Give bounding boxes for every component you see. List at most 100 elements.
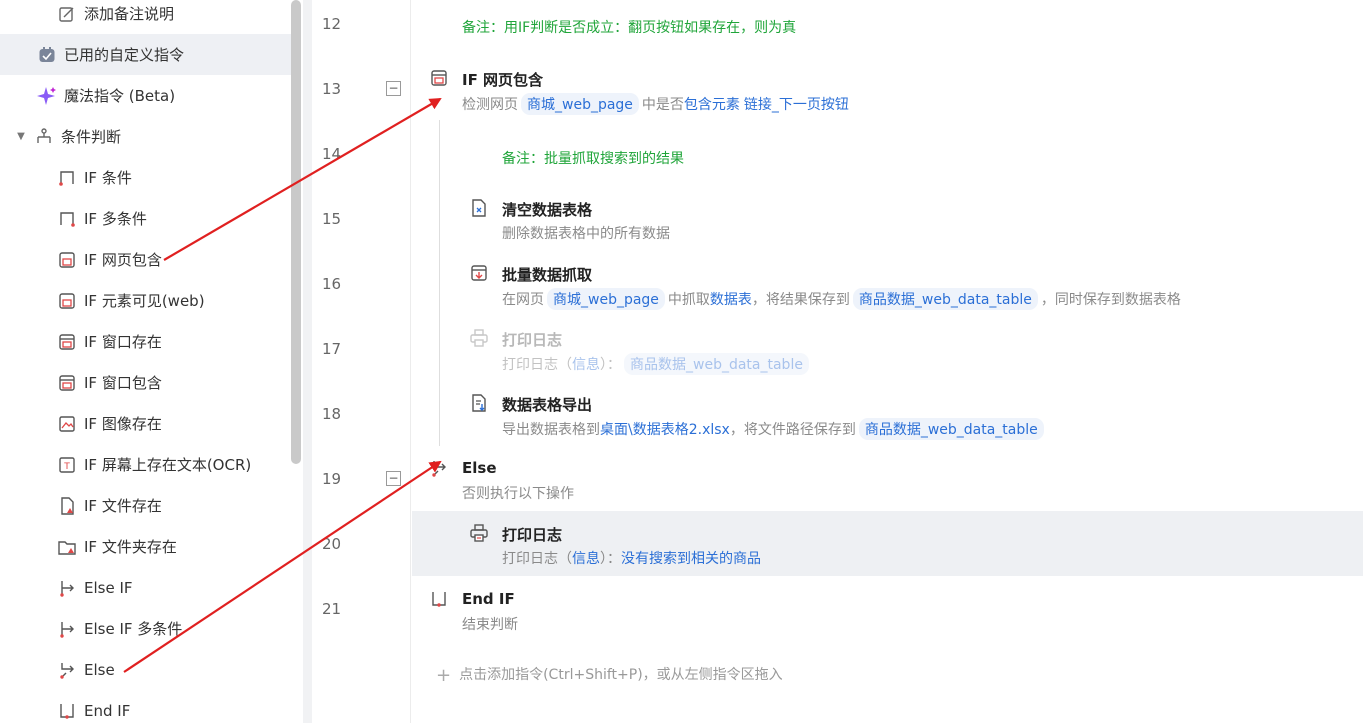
sidebar-item-label: End IF bbox=[84, 701, 131, 720]
param-value[interactable]: 信息 bbox=[572, 548, 600, 568]
step-description: 打印日志（ 信息）： 没有搜索到相关的商品 bbox=[502, 548, 761, 568]
sidebar-item-label: IF 屏幕上存在文本(OCR) bbox=[84, 456, 252, 474]
fold-toggle-button[interactable]: − bbox=[386, 471, 401, 486]
custom-command-icon bbox=[37, 45, 57, 65]
sidebar-item-label: IF 文件存在 bbox=[84, 497, 162, 515]
param-value[interactable]: 没有搜索到相关的商品 bbox=[621, 548, 761, 568]
sidebar-item-else[interactable]: Else bbox=[0, 649, 291, 690]
sidebar-item-label: IF 元素可见(web) bbox=[84, 292, 205, 310]
variable-chip[interactable]: 商品数据_web_data_table bbox=[858, 418, 1044, 440]
line-number: 21 bbox=[322, 600, 342, 618]
batch-scrape-icon bbox=[470, 264, 488, 282]
step-title: End IF bbox=[462, 590, 515, 608]
desc-text: ，将结果保存到 bbox=[751, 292, 850, 308]
desc-text: 在网页 bbox=[502, 292, 544, 308]
param-value[interactable]: 包含元素 bbox=[684, 94, 740, 114]
sidebar-item-end-if[interactable]: End IF bbox=[0, 690, 291, 723]
sidebar-scrollbar[interactable] bbox=[291, 0, 301, 464]
sidebar-item-if-window-contains[interactable]: IF 窗口包含 bbox=[0, 362, 291, 403]
step-title: 批量数据抓取 bbox=[502, 266, 593, 284]
step-print-log-disabled[interactable]: 打印日志 打印日志（ 信息）： 商品数据_web_data_table bbox=[412, 315, 1363, 380]
step-description: 结束判断 bbox=[462, 617, 518, 633]
else-icon bbox=[57, 660, 77, 680]
plus-icon: + bbox=[436, 664, 452, 686]
sidebar-item-if-folder-exists[interactable]: IF 文件夹存在 bbox=[0, 526, 291, 567]
step-if-webpage-contains[interactable]: IF 网页包含 检测网页 商城_web_page 中是否 包含元素 链接_下一页… bbox=[412, 55, 1363, 120]
step-clear-data-table[interactable]: 清空数据表格 删除数据表格中的所有数据 bbox=[412, 185, 1363, 250]
step-title: Else bbox=[462, 459, 497, 477]
param-value[interactable]: 数据表 bbox=[710, 289, 752, 309]
printer-icon bbox=[470, 329, 488, 347]
else-if-icon bbox=[57, 619, 77, 639]
edit-note-icon bbox=[57, 4, 77, 24]
sidebar-item-if-ocr[interactable]: T IF 屏幕上存在文本(OCR) bbox=[0, 444, 291, 485]
variable-chip[interactable]: 商品数据_web_data_table bbox=[624, 353, 809, 375]
web-if-icon bbox=[57, 291, 77, 311]
sidebar-item-label: 魔法指令 (Beta) bbox=[64, 87, 176, 105]
sidebar-item-if-webpage-contains[interactable]: IF 网页包含 bbox=[0, 239, 291, 280]
line-number: 14 bbox=[322, 145, 342, 163]
sidebar-item-add-note[interactable]: 添加备注说明 bbox=[0, 0, 291, 34]
step-print-log-selected[interactable]: 打印日志 打印日志（ 信息）： 没有搜索到相关的商品 bbox=[412, 511, 1363, 576]
sparkle-icon bbox=[37, 86, 57, 106]
sidebar-item-label: 已用的自定义指令 bbox=[64, 46, 185, 64]
sidebar-item-label: IF 条件 bbox=[84, 169, 132, 187]
sidebar-item-else-if[interactable]: Else IF bbox=[0, 567, 291, 608]
sidebar-item-magic-command[interactable]: 魔法指令 (Beta) bbox=[0, 75, 291, 116]
step-description: 打印日志（ 信息）： 商品数据_web_data_table bbox=[502, 353, 812, 375]
step-description: 在网页 商城_web_page 中抓取 数据表 ，将结果保存到 商品数据_web… bbox=[502, 288, 1181, 310]
variable-chip[interactable]: 商品数据_web_data_table bbox=[852, 288, 1038, 310]
add-command-hint[interactable]: + 点击添加指令(Ctrl+Shift+P)，或从左侧指令区拖入 bbox=[436, 664, 783, 686]
desc-text: 打印日志（ bbox=[502, 551, 572, 567]
step-title: 打印日志 bbox=[502, 526, 563, 544]
command-sidebar: 添加备注说明 已用的自定义指令 魔法指令 (Beta) ▼ 条件判断 IF 条件 bbox=[0, 0, 303, 723]
folder-if-icon bbox=[57, 537, 77, 557]
step-title: 数据表格导出 bbox=[502, 396, 593, 414]
variable-chip[interactable]: 商城_web_page bbox=[547, 288, 665, 310]
line-number: 12 bbox=[322, 15, 342, 33]
desc-text: 检测网页 bbox=[462, 97, 518, 113]
desc-text: 打印日志（ bbox=[502, 357, 572, 373]
sidebar-item-label: IF 图像存在 bbox=[84, 415, 162, 433]
step-note-14[interactable]: 备注：批量抓取搜索到的结果 bbox=[412, 120, 1363, 185]
export-table-icon bbox=[470, 394, 488, 412]
panel-divider[interactable] bbox=[303, 0, 312, 723]
end-if-icon bbox=[430, 590, 448, 608]
web-if-icon bbox=[430, 69, 448, 87]
step-export-data-table[interactable]: 数据表格导出 导出数据表格到 桌面\数据表格2.xlsx ，将文件路径保存到 商品数… bbox=[412, 380, 1363, 445]
param-value[interactable]: 信息 bbox=[572, 354, 600, 374]
sidebar-item-if-file-exists[interactable]: IF 文件存在 bbox=[0, 485, 291, 526]
step-end-if[interactable]: End IF 结束判断 bbox=[412, 576, 1363, 641]
step-title: IF 网页包含 bbox=[462, 71, 544, 89]
fold-toggle-button[interactable]: − bbox=[386, 81, 401, 96]
step-batch-data-scrape[interactable]: 批量数据抓取 在网页 商城_web_page 中抓取 数据表 ，将结果保存到 商… bbox=[412, 250, 1363, 315]
step-description: 否则执行以下操作 bbox=[462, 486, 574, 502]
window-if-icon bbox=[57, 332, 77, 352]
if-icon bbox=[57, 168, 77, 188]
sidebar-item-label: 条件判断 bbox=[61, 128, 122, 146]
desc-text: 中抓取 bbox=[667, 292, 710, 308]
sidebar-item-if[interactable]: IF 条件 bbox=[0, 157, 291, 198]
branch-icon bbox=[34, 127, 54, 147]
sidebar-item-custom-commands[interactable]: 已用的自定义指令 bbox=[0, 34, 291, 75]
sidebar-item-if-element-visible[interactable]: IF 元素可见(web) bbox=[0, 280, 291, 321]
flow-editor: 备注：用IF判断是否成立：翻页按钮如果存在，则为真 IF 网页包含 检测网页 商… bbox=[412, 0, 1363, 723]
sidebar-item-if-window-exists[interactable]: IF 窗口存在 bbox=[0, 321, 291, 362]
line-number: 17 bbox=[322, 340, 342, 358]
param-value[interactable]: 链接_下一页按钮 bbox=[744, 94, 849, 114]
sidebar-item-if-multi[interactable]: IF 多条件 bbox=[0, 198, 291, 239]
web-if-icon bbox=[57, 250, 77, 270]
sidebar-item-if-image-exists[interactable]: IF 图像存在 bbox=[0, 403, 291, 444]
sidebar-item-else-if-multi[interactable]: Else IF 多条件 bbox=[0, 608, 291, 649]
step-title: 打印日志 bbox=[502, 331, 563, 349]
sidebar-group-conditions[interactable]: ▼ 条件判断 bbox=[0, 116, 291, 157]
image-if-icon bbox=[57, 414, 77, 434]
line-number: 15 bbox=[322, 210, 342, 228]
param-value[interactable]: 桌面\数据表格2.xlsx bbox=[600, 419, 730, 439]
step-note-12[interactable]: 备注：用IF判断是否成立：翻页按钮如果存在，则为真 bbox=[412, 0, 1363, 55]
if-icon bbox=[57, 209, 77, 229]
variable-chip[interactable]: 商城_web_page bbox=[521, 93, 639, 115]
step-else[interactable]: Else 否则执行以下操作 bbox=[412, 445, 1363, 510]
desc-text: 导出数据表格到 bbox=[502, 422, 600, 438]
sidebar-item-label: IF 多条件 bbox=[84, 210, 147, 228]
